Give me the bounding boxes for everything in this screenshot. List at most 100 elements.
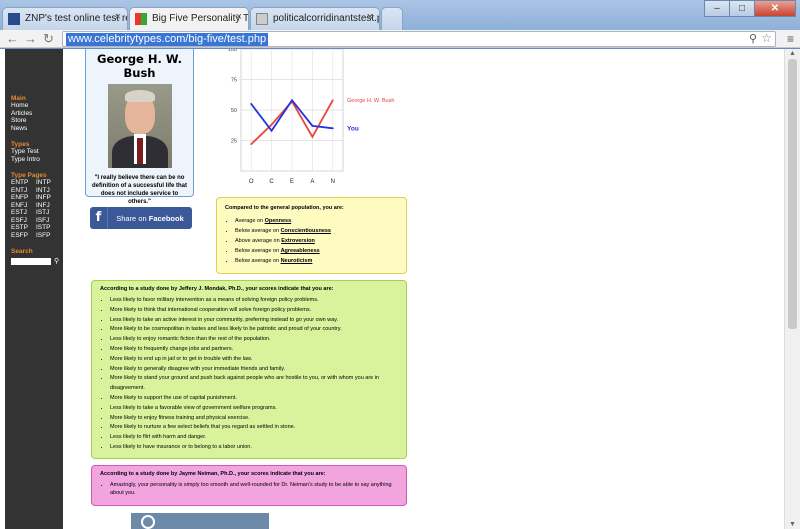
study-finding-item: More likely to end up in jail or to get … — [110, 355, 398, 365]
study-finding-item: More likely to support the use of capita… — [110, 394, 398, 404]
sidebar-link-type-test[interactable]: Type Test — [11, 148, 63, 156]
tab-label: politicalcorridinantstest.p — [273, 13, 380, 24]
facebook-share-button[interactable]: f Share on Facebook — [90, 207, 192, 229]
url-text[interactable]: www.celebritytypes.com/big-five/test.php — [66, 33, 269, 46]
bookmark-star-icon[interactable]: ☆ — [761, 31, 772, 45]
celebrity-quote: "I really believe there can be no defini… — [91, 175, 187, 205]
close-tab-icon[interactable]: × — [115, 11, 121, 23]
page-viewport: Main Home Articles Store News Types Type… — [0, 49, 784, 529]
y-tick-label: 50 — [231, 108, 237, 114]
type-link[interactable]: INFP — [36, 194, 61, 202]
y-tick-label: 25 — [231, 139, 237, 145]
comparison-item: Above average on Extroversion — [235, 236, 398, 246]
y-tick-label: 100 — [228, 49, 237, 53]
type-link[interactable]: ENFP — [11, 194, 36, 202]
search-icon[interactable]: ⚲ — [54, 257, 59, 265]
scroll-up-icon[interactable]: ▲ — [789, 50, 796, 57]
sidebar-section-search: Search — [11, 248, 33, 255]
type-link[interactable]: ENFJ — [11, 202, 36, 210]
type-link[interactable]: ENTP — [11, 179, 36, 187]
data-point — [311, 124, 314, 127]
maximize-button[interactable]: □ — [729, 0, 755, 17]
study-heading: According to a study done by Jayme Neima… — [100, 471, 326, 477]
sidebar-link-store[interactable]: Store — [11, 117, 63, 125]
x-tick-label: N — [331, 179, 335, 185]
type-link[interactable]: ISFJ — [36, 217, 61, 225]
data-point — [291, 99, 293, 102]
forward-button[interactable]: → — [24, 31, 37, 46]
type-link[interactable]: INFJ — [36, 202, 61, 210]
x-tick-label: E — [290, 179, 294, 185]
study-finding-item: More likely to think that international … — [110, 306, 398, 316]
type-link[interactable]: ISTJ — [36, 209, 61, 217]
type-link[interactable]: ISTP — [36, 224, 61, 232]
data-point — [331, 127, 334, 130]
close-tab-icon[interactable]: × — [236, 11, 242, 23]
type-link[interactable]: ENTJ — [11, 187, 36, 195]
study-finding-item: More likely to stand your ground and pus… — [110, 374, 398, 394]
menu-icon[interactable]: ≡ — [787, 32, 794, 46]
type-link[interactable]: ESTP — [11, 224, 36, 232]
type-link[interactable]: ESFP — [11, 232, 36, 240]
data-point — [270, 129, 273, 132]
study-finding-item: Amazingly, your personality is simply to… — [110, 481, 398, 497]
page-scrollbar[interactable]: ▲ ▼ — [784, 49, 800, 529]
window-close-button[interactable]: ✕ — [754, 0, 796, 17]
series-label: You — [347, 125, 359, 132]
type-link[interactable]: INTJ — [36, 187, 61, 195]
comparison-item: Average on Openness — [235, 216, 398, 226]
search-input[interactable] — [11, 257, 51, 265]
sidebar-link-type-intro[interactable]: Type Intro — [11, 156, 63, 164]
x-tick-label: O — [249, 179, 254, 185]
tab-political[interactable]: politicalcorridinantstest.p × — [250, 7, 380, 30]
advertisement-banner[interactable] — [131, 513, 269, 529]
type-pages-grid: ENTP INTP ENTJ INTJ ENFP INFP ENFJ INFJ … — [11, 179, 63, 239]
data-point — [270, 123, 273, 126]
data-point — [250, 143, 253, 146]
type-link[interactable]: ESFJ — [11, 217, 36, 225]
tab-big-five[interactable]: Big Five Personality Test × — [129, 7, 249, 30]
sidebar-link-news[interactable]: News — [11, 125, 63, 133]
study-finding-item: More likely to nurture a few select beli… — [110, 423, 398, 433]
close-tab-icon[interactable]: × — [367, 11, 373, 23]
page-favicon-icon — [256, 13, 268, 25]
browser-toolbar: ← → ↻ www.celebritytypes.com/big-five/te… — [0, 30, 800, 48]
celebrity-name: George H. W. Bush — [97, 52, 182, 80]
study-finding-item: Less likely to enjoy romantic fiction th… — [110, 335, 398, 345]
share-label: Share on Facebook — [116, 213, 184, 223]
type-link[interactable]: ISFP — [36, 232, 61, 240]
sidebar-section-main: Main — [11, 95, 26, 102]
back-button[interactable]: ← — [6, 31, 19, 46]
minimize-button[interactable]: – — [704, 0, 730, 17]
main-content: George H. W. Bush "I really believe ther… — [63, 49, 781, 529]
celebritytypes-favicon-icon — [135, 13, 147, 25]
study-heading: According to a study done by Jeffery J. … — [100, 286, 334, 292]
study-finding-item: Less likely to flirt with harm and dange… — [110, 433, 398, 443]
comparison-item: Below average on Agreeableness — [235, 246, 398, 256]
type-link[interactable]: ESTJ — [11, 209, 36, 217]
study-finding-item: More likely to frequently change jobs an… — [110, 345, 398, 355]
scroll-down-icon[interactable]: ▼ — [789, 521, 796, 528]
population-comparison-box: Compared to the general population, you … — [216, 197, 407, 274]
zoom-icon[interactable]: ⚲ — [749, 32, 757, 45]
study-finding-item: Less likely to take an active interest i… — [110, 316, 398, 326]
celebrity-profile-card: George H. W. Bush "I really believe ther… — [85, 49, 194, 205]
reload-button[interactable]: ↻ — [43, 31, 54, 46]
sidebar-link-articles[interactable]: Articles — [11, 110, 63, 118]
comparison-heading: Compared to the general population, you … — [225, 205, 344, 211]
scrollbar-thumb[interactable] — [788, 59, 797, 329]
neiman-study-box: According to a study done by Jayme Neima… — [91, 465, 407, 506]
sidebar-link-home[interactable]: Home — [11, 102, 63, 110]
y-tick-label: 75 — [231, 78, 237, 84]
new-tab-button[interactable] — [381, 7, 403, 30]
tab-znp-test[interactable]: ZNP's test online test resu × — [2, 7, 128, 30]
x-tick-label: C — [269, 179, 274, 185]
tab-label: ZNP's test online test resu — [25, 13, 127, 24]
title-bar: ZNP's test online test resu × Big Five P… — [0, 0, 800, 30]
address-bar[interactable]: www.celebritytypes.com/big-five/test.php… — [62, 31, 776, 47]
sidebar-section-types: Types — [11, 141, 30, 148]
study-finding-item: Less likely to take a favorable view of … — [110, 404, 398, 414]
type-link[interactable]: INTP — [36, 179, 61, 187]
study-finding-item: More likely to generally disagree with y… — [110, 365, 398, 375]
sidebar: Main Home Articles Store News Types Type… — [5, 49, 63, 529]
